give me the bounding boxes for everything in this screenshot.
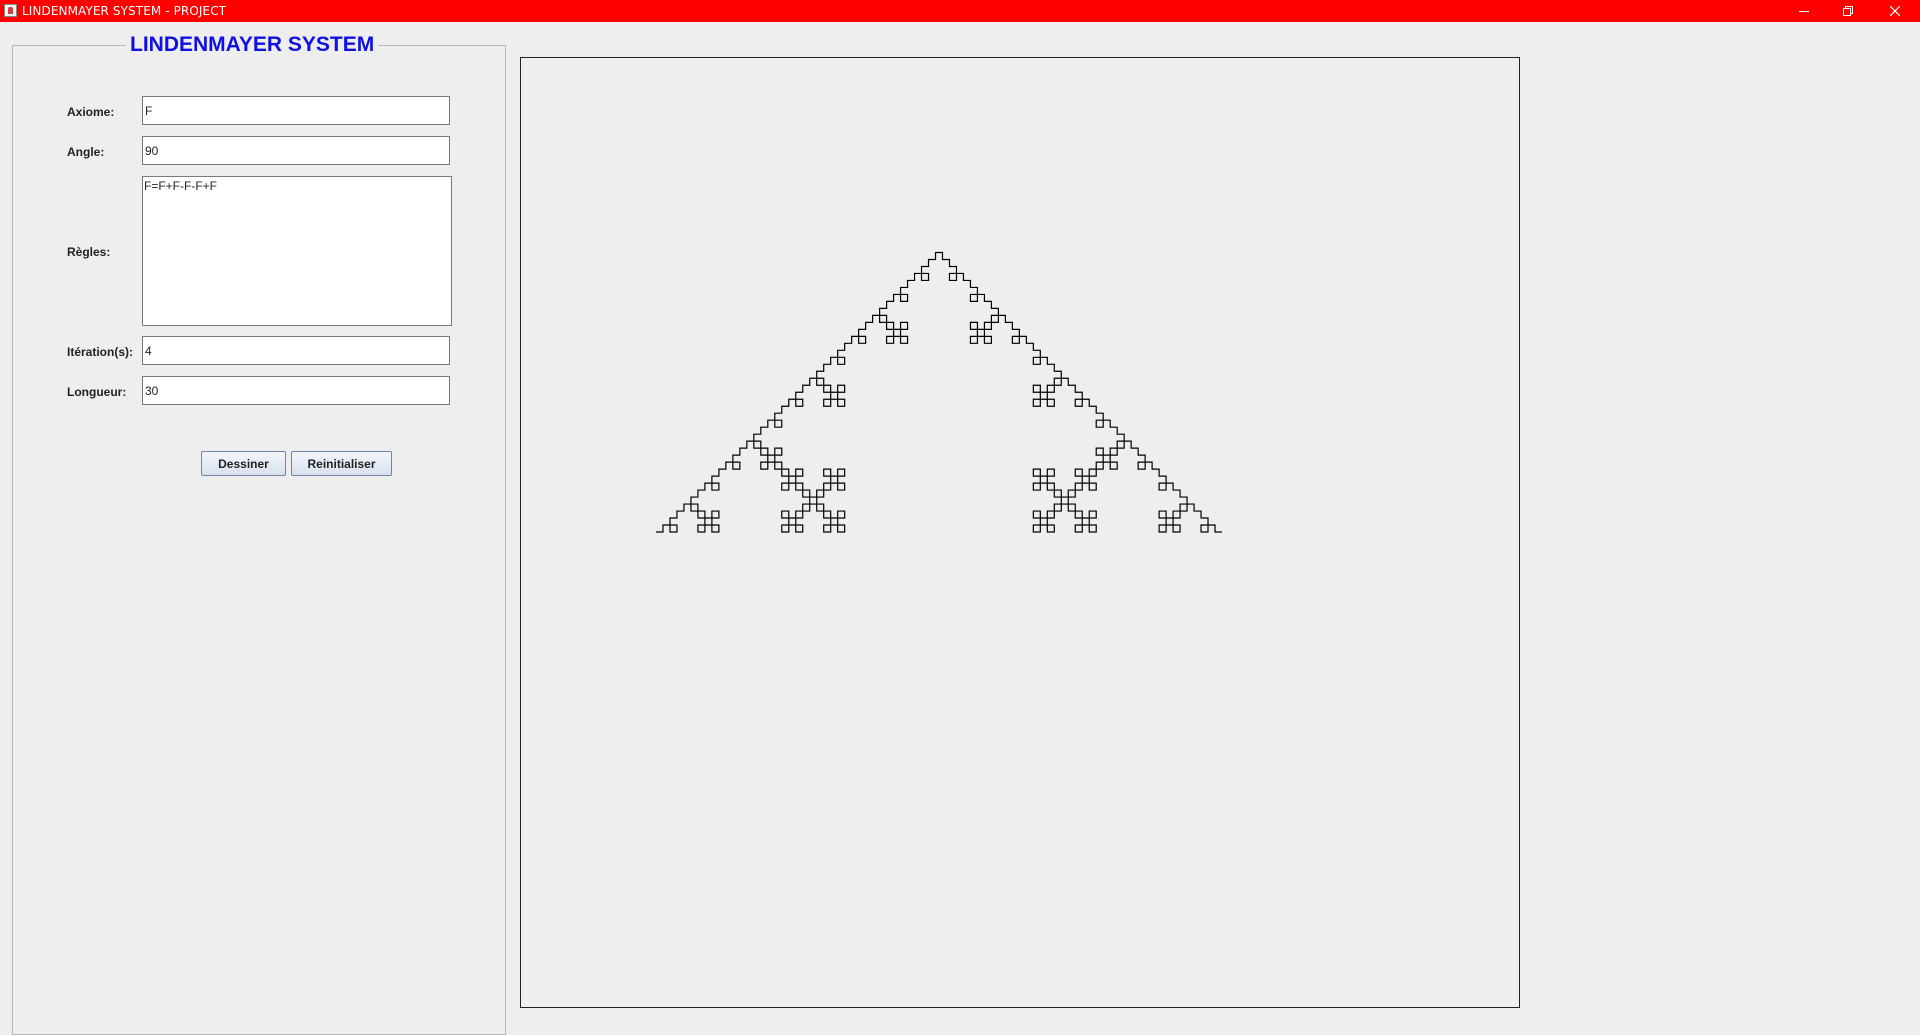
lsystem-path (656, 251, 1222, 533)
close-icon (1890, 6, 1900, 16)
axiom-label: Axiome: (67, 105, 115, 119)
minimize-button[interactable] (1781, 0, 1827, 22)
angle-input[interactable]: 90 (142, 136, 450, 165)
draw-button[interactable]: Dessiner (201, 451, 286, 476)
iterations-label: Itération(s): (67, 345, 133, 359)
iterations-input[interactable]: 4 (142, 336, 450, 365)
rules-textarea[interactable]: F=F+F-F-F+F (142, 176, 452, 326)
restore-button[interactable] (1826, 0, 1872, 22)
reset-button[interactable]: Reinitialiser (291, 451, 392, 476)
length-input[interactable]: 30 (142, 376, 450, 405)
length-label: Longueur: (67, 385, 127, 399)
lsystem-drawing (656, 251, 1222, 533)
angle-label: Angle: (67, 145, 105, 159)
rules-label: Règles: (67, 245, 111, 259)
drawing-canvas (520, 57, 1520, 1008)
panel-title: LINDENMAYER SYSTEM (126, 32, 379, 58)
axiom-input[interactable]: F (142, 96, 450, 125)
java-app-icon (4, 4, 17, 17)
title-bar: LINDENMAYER SYSTEM - PROJECT (0, 0, 1920, 22)
close-button[interactable] (1872, 0, 1918, 22)
window-title: LINDENMAYER SYSTEM - PROJECT (22, 4, 227, 18)
